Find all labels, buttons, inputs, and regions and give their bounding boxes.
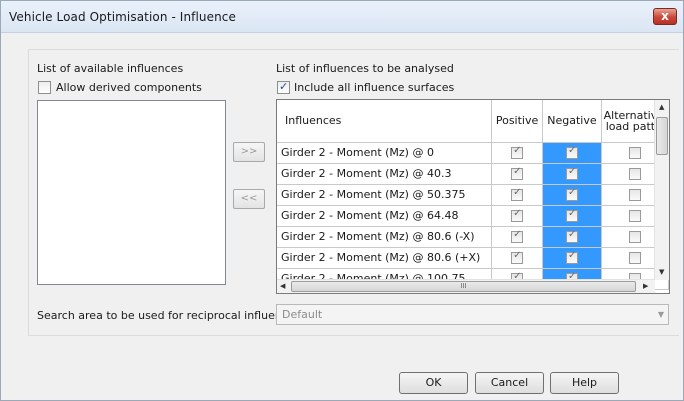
influence-cell[interactable]: Girder 2 - Moment (Mz) @ 80.6 (-X) bbox=[277, 226, 492, 248]
analysed-influences-heading: List of influences to be analysed bbox=[276, 62, 454, 75]
positive-cell bbox=[491, 247, 544, 269]
negative-cell bbox=[542, 184, 602, 206]
title-bar: Vehicle Load Optimisation - Influence x bbox=[1, 1, 683, 33]
positive-checkbox[interactable] bbox=[511, 229, 524, 243]
negative-checkbox[interactable] bbox=[565, 187, 578, 201]
available-influences-heading: List of available influences bbox=[37, 62, 184, 75]
influence-cell[interactable]: Girder 2 - Moment (Mz) @ 80.6 (+X) bbox=[277, 247, 492, 269]
influence-cell[interactable]: Girder 2 - Moment (Mz) @ 64.48 bbox=[277, 205, 492, 227]
positive-checkbox[interactable] bbox=[511, 145, 524, 159]
influences-table: Influences Positive Negative Alternative… bbox=[277, 100, 669, 290]
remove-influence-button[interactable]: << bbox=[233, 189, 265, 209]
include-all-checkbox[interactable] bbox=[277, 80, 290, 94]
scroll-down-arrow-icon[interactable]: ▼ bbox=[659, 268, 664, 276]
table-row[interactable]: Girder 2 - Moment (Mz) @ 40.3 bbox=[277, 163, 669, 185]
positive-cell bbox=[491, 205, 544, 227]
influences-grid[interactable]: Influences Positive Negative Alternative… bbox=[276, 99, 670, 294]
chevron-down-icon: ▼ bbox=[657, 310, 664, 319]
negative-checkbox[interactable] bbox=[565, 166, 578, 180]
alternative-checkbox[interactable] bbox=[628, 252, 641, 264]
positive-checkbox[interactable] bbox=[511, 208, 524, 222]
table-row[interactable]: Girder 2 - Moment (Mz) @ 0 bbox=[277, 142, 669, 164]
negative-cell bbox=[542, 247, 602, 269]
positive-checkbox[interactable] bbox=[511, 250, 524, 264]
table-row[interactable]: Girder 2 - Moment (Mz) @ 80.6 (+X) bbox=[277, 247, 669, 269]
alternative-checkbox[interactable] bbox=[628, 189, 641, 201]
window-title: Vehicle Load Optimisation - Influence bbox=[9, 10, 236, 24]
search-area-value: Default bbox=[282, 308, 323, 321]
negative-checkbox[interactable] bbox=[565, 250, 578, 264]
vertical-scroll-thumb[interactable] bbox=[656, 117, 668, 155]
available-influences-list[interactable] bbox=[37, 100, 226, 285]
help-button[interactable]: Help bbox=[550, 372, 619, 394]
column-header-negative[interactable]: Negative bbox=[542, 100, 602, 143]
positive-checkbox[interactable] bbox=[511, 187, 524, 201]
influence-cell[interactable]: Girder 2 - Moment (Mz) @ 50.375 bbox=[277, 184, 492, 206]
close-button[interactable]: x bbox=[653, 8, 677, 25]
negative-checkbox[interactable] bbox=[565, 229, 578, 243]
alternative-checkbox[interactable] bbox=[628, 147, 641, 159]
positive-cell bbox=[491, 142, 544, 164]
table-row[interactable]: Girder 2 - Moment (Mz) @ 80.6 (-X) bbox=[277, 226, 669, 248]
scroll-left-arrow-icon[interactable]: ◀ bbox=[280, 282, 285, 290]
influence-cell[interactable]: Girder 2 - Moment (Mz) @ 0 bbox=[277, 142, 492, 164]
add-influence-button[interactable]: >> bbox=[233, 142, 265, 162]
ok-button[interactable]: OK bbox=[399, 372, 468, 394]
negative-cell bbox=[542, 142, 602, 164]
search-area-select[interactable]: Default ▼ bbox=[276, 304, 669, 325]
dialog-window: Vehicle Load Optimisation - Influence x … bbox=[0, 0, 684, 401]
negative-cell bbox=[542, 163, 602, 185]
column-header-influences[interactable]: Influences bbox=[277, 100, 492, 143]
table-row[interactable]: Girder 2 - Moment (Mz) @ 50.375 bbox=[277, 184, 669, 206]
negative-cell bbox=[542, 205, 602, 227]
table-header-row: Influences Positive Negative Alternative… bbox=[277, 100, 669, 143]
horizontal-scroll-thumb[interactable]: III bbox=[291, 281, 636, 292]
influence-cell[interactable]: Girder 2 - Moment (Mz) @ 40.3 bbox=[277, 163, 492, 185]
scroll-right-arrow-icon[interactable]: ▶ bbox=[643, 282, 648, 290]
positive-checkbox[interactable] bbox=[511, 166, 524, 180]
search-area-label: Search area to be used for reciprocal in… bbox=[37, 309, 301, 322]
grid-horizontal-scrollbar[interactable]: ◀ III ▶ bbox=[277, 279, 655, 293]
table-row[interactable]: Girder 2 - Moment (Mz) @ 64.48 bbox=[277, 205, 669, 227]
column-header-positive[interactable]: Positive bbox=[491, 100, 544, 143]
negative-checkbox[interactable] bbox=[565, 208, 578, 222]
positive-cell bbox=[491, 226, 544, 248]
negative-checkbox[interactable] bbox=[565, 145, 578, 159]
positive-cell bbox=[491, 163, 544, 185]
cancel-button[interactable]: Cancel bbox=[475, 372, 544, 394]
allow-derived-checkbox[interactable] bbox=[38, 81, 51, 94]
alternative-checkbox[interactable] bbox=[628, 210, 641, 222]
scroll-up-arrow-icon[interactable]: ▲ bbox=[659, 103, 664, 111]
allow-derived-label: Allow derived components bbox=[56, 81, 202, 94]
positive-cell bbox=[491, 184, 544, 206]
alternative-checkbox[interactable] bbox=[628, 168, 641, 180]
alternative-checkbox[interactable] bbox=[628, 231, 641, 243]
negative-cell bbox=[542, 226, 602, 248]
include-all-label: Include all influence surfaces bbox=[294, 81, 455, 94]
grid-vertical-scrollbar[interactable]: ▲ ▼ bbox=[654, 100, 669, 280]
